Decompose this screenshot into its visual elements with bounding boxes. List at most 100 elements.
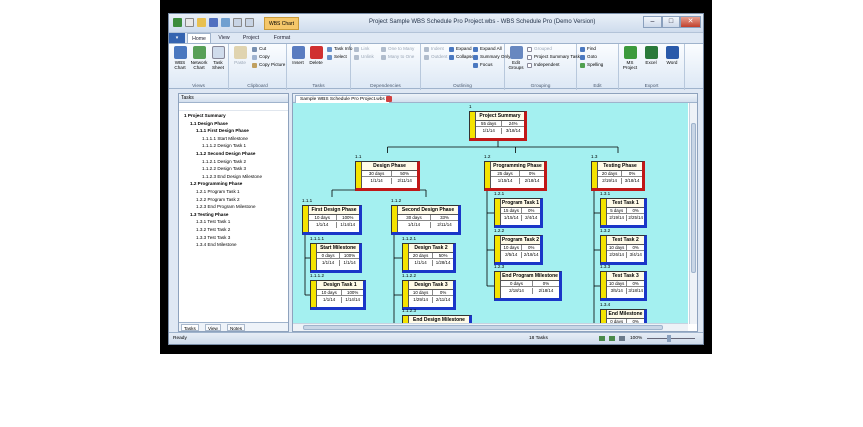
tab-notes[interactable]: Notes	[227, 324, 246, 331]
task-tree-item[interactable]: 1.2.2 Program Task 2	[196, 197, 240, 203]
word-export-button[interactable]: Word	[662, 46, 682, 65]
view-network-icon[interactable]	[609, 336, 615, 341]
undo-icon[interactable]	[233, 18, 242, 27]
indent-button[interactable]: Indent	[424, 46, 444, 52]
network-chart-button[interactable]: Network Chart	[189, 46, 209, 70]
print-icon[interactable]	[221, 18, 230, 27]
save-icon[interactable]	[209, 18, 218, 27]
find-button[interactable]: Find	[580, 46, 596, 52]
zoom-slider[interactable]	[647, 338, 695, 339]
expand-button[interactable]: Expand	[449, 46, 472, 52]
open-icon[interactable]	[197, 18, 206, 27]
excel-export-button[interactable]: Excel	[641, 46, 661, 65]
new-icon[interactable]	[185, 18, 194, 27]
unlink-button[interactable]: Unlink	[354, 54, 374, 60]
task-tree-item[interactable]: 1.2.3 End Program Milestone	[196, 204, 256, 210]
node-percent: 50%	[438, 253, 448, 258]
node-row-duration: 10 days 0%	[409, 290, 453, 296]
task-tree-item[interactable]: 1.1 Design Phase	[190, 121, 228, 127]
wbs-node[interactable]: 1.3.3Test Task 310 days0%3/5/143/18/14	[600, 271, 647, 301]
close-button[interactable]: ✕	[680, 16, 701, 28]
ms-project-export-button[interactable]: MS Project	[620, 46, 640, 70]
task-tree-item[interactable]: 1.3.3 Test Task 3	[196, 235, 230, 241]
group-label-views: Views	[192, 84, 205, 89]
vertical-scrollbar[interactable]	[689, 103, 697, 324]
copy-button[interactable]: Copy	[252, 54, 270, 60]
wbs-node[interactable]: 1.2.1Program Task 115 days0%1/15/142/4/1…	[494, 198, 543, 228]
tab-format[interactable]: Format	[269, 33, 295, 43]
task-sheet-button[interactable]: Task Sheet	[208, 46, 228, 70]
view-sheet-icon[interactable]	[619, 336, 625, 341]
many-to-one-button[interactable]: Many to One	[381, 54, 414, 60]
task-tree-item[interactable]: 1.1.2.3 End Design Milestone	[202, 174, 262, 180]
wbs-node[interactable]: 1.3.2Test Task 210 days0%2/26/143/4/14	[600, 235, 647, 265]
task-tree-item[interactable]: 1.1.2.2 Design Task 3	[202, 166, 246, 172]
select-button[interactable]: Select	[327, 54, 347, 60]
wbs-node[interactable]: 1.1.2Second Design Phase30 days33%1/1/14…	[391, 205, 461, 235]
task-tree-item[interactable]: 1.1.1.2 Design Task 1	[202, 143, 246, 149]
wbs-chart-button[interactable]: WBS Chart	[170, 46, 190, 70]
horizontal-scrollbar[interactable]	[293, 323, 688, 331]
insert-button[interactable]: Insert	[288, 46, 308, 65]
collapse-button[interactable]: Collapse	[449, 54, 474, 60]
task-tree-item[interactable]: 1.1.2 Second Design Phase	[196, 151, 256, 157]
wbs-node[interactable]: 1.1.1.2Design Task 110 days100%1/1/141/1…	[310, 280, 366, 310]
wbs-node[interactable]: 1.2.3End Program Milestone0 days0%2/18/1…	[494, 271, 562, 301]
horizontal-scroll-thumb[interactable]	[303, 325, 663, 330]
focus-button[interactable]: Focus	[473, 62, 493, 68]
link-button[interactable]: Link	[354, 46, 369, 52]
node-row-duration: 25 days 0%	[491, 171, 544, 177]
cut-button[interactable]: Cut	[252, 46, 266, 52]
wbs-node[interactable]: 1.1.2.1Design Task 220 days50%1/1/141/28…	[402, 243, 456, 273]
wbs-node[interactable]: 1.1.2.2Design Task 310 days0%1/29/142/11…	[402, 280, 456, 310]
app-icon[interactable]	[173, 18, 182, 27]
outdent-button[interactable]: Outdent	[424, 54, 447, 60]
copy-picture-button[interactable]: Copy Picture	[252, 62, 285, 68]
wbs-node[interactable]: 1.1Design Phase30 days50%1/1/142/11/14	[355, 161, 420, 191]
tab-tasks[interactable]: Tasks	[181, 324, 199, 331]
close-document-icon[interactable]	[386, 96, 392, 102]
wbs-node[interactable]: 1.1.1.1Start Milestone0 days100%1/1/141/…	[310, 243, 362, 273]
wbs-node[interactable]: 1.3.1Test Task 15 days0%2/19/142/25/14	[600, 198, 647, 228]
delete-button[interactable]: Delete	[306, 46, 326, 65]
wbs-node[interactable]: 1.2Programming Phase25 days0%1/15/142/18…	[484, 161, 547, 191]
minimize-button[interactable]: –	[643, 16, 662, 28]
project-summary-task-checkbox[interactable]: Project Summary Task	[527, 54, 580, 60]
tab-project[interactable]: Project	[237, 33, 265, 43]
vertical-scroll-thumb[interactable]	[691, 123, 696, 273]
task-tree-item[interactable]: 1.3.2 Test Task 2	[196, 227, 230, 233]
goto-button[interactable]: Goto	[580, 54, 597, 60]
wbs-node[interactable]: 1Project Summary55 days24%1/1/143/18/14	[469, 111, 527, 141]
wbs-node[interactable]: 1.3Testing Phase20 days0%2/19/143/18/14	[591, 161, 645, 191]
wbs-node[interactable]: 1.3.4End Milestone0 days0%3/18/143/18/14	[600, 309, 647, 324]
task-tree-item[interactable]: 1 Project Summary	[184, 113, 226, 119]
spelling-button[interactable]: Spelling	[580, 62, 603, 68]
task-tree-item[interactable]: 1.2.1 Program Task 1	[196, 189, 240, 195]
expand-all-button[interactable]: Expand All	[473, 46, 502, 52]
grouped-checkbox[interactable]: Grouped	[527, 46, 552, 52]
task-tree-item[interactable]: 1.3 Testing Phase	[190, 212, 228, 218]
task-tree-item[interactable]: 1.2 Programming Phase	[190, 181, 242, 187]
paste-button[interactable]: Paste	[230, 46, 250, 65]
task-tree-item[interactable]: 1.1.2.1 Design Task 2	[202, 159, 246, 165]
task-info-button[interactable]: Task Info	[327, 46, 352, 52]
wbs-node[interactable]: 1.1.1First Design Phase10 days100%1/1/14…	[302, 205, 362, 235]
task-tree-item[interactable]: 1.3.1 Test Task 1	[196, 219, 230, 225]
task-tree-item[interactable]: 1.1.1 First Design Phase	[196, 128, 249, 134]
view-wbs-icon[interactable]	[599, 336, 605, 341]
wbs-chart-canvas[interactable]: 11Project Summary55 days24%1/1/143/18/14…	[293, 103, 688, 324]
file-menu-button[interactable]: ▾	[169, 33, 185, 43]
tab-view-pane[interactable]: View	[205, 324, 221, 331]
edit-groups-button[interactable]: Edit Groups	[506, 46, 526, 70]
tab-home[interactable]: Home	[187, 33, 211, 43]
independent-checkbox[interactable]: Independent	[527, 62, 560, 68]
zoom-slider-thumb[interactable]	[667, 335, 671, 342]
task-tree-item[interactable]: 1.3.4 End Milestone	[196, 242, 237, 248]
wbs-node[interactable]: 1.2.2Program Task 210 days0%2/5/142/18/1…	[494, 235, 543, 265]
document-tab[interactable]: Sample WBS Schedule Pro Project.wbs	[295, 95, 390, 103]
maximize-button[interactable]: □	[662, 16, 680, 28]
one-to-many-button[interactable]: One to Many	[381, 46, 414, 52]
tab-view[interactable]: View	[213, 33, 235, 43]
task-tree-item[interactable]: 1.1.1.1 Start Milestone	[202, 136, 248, 142]
redo-icon[interactable]	[245, 18, 254, 27]
